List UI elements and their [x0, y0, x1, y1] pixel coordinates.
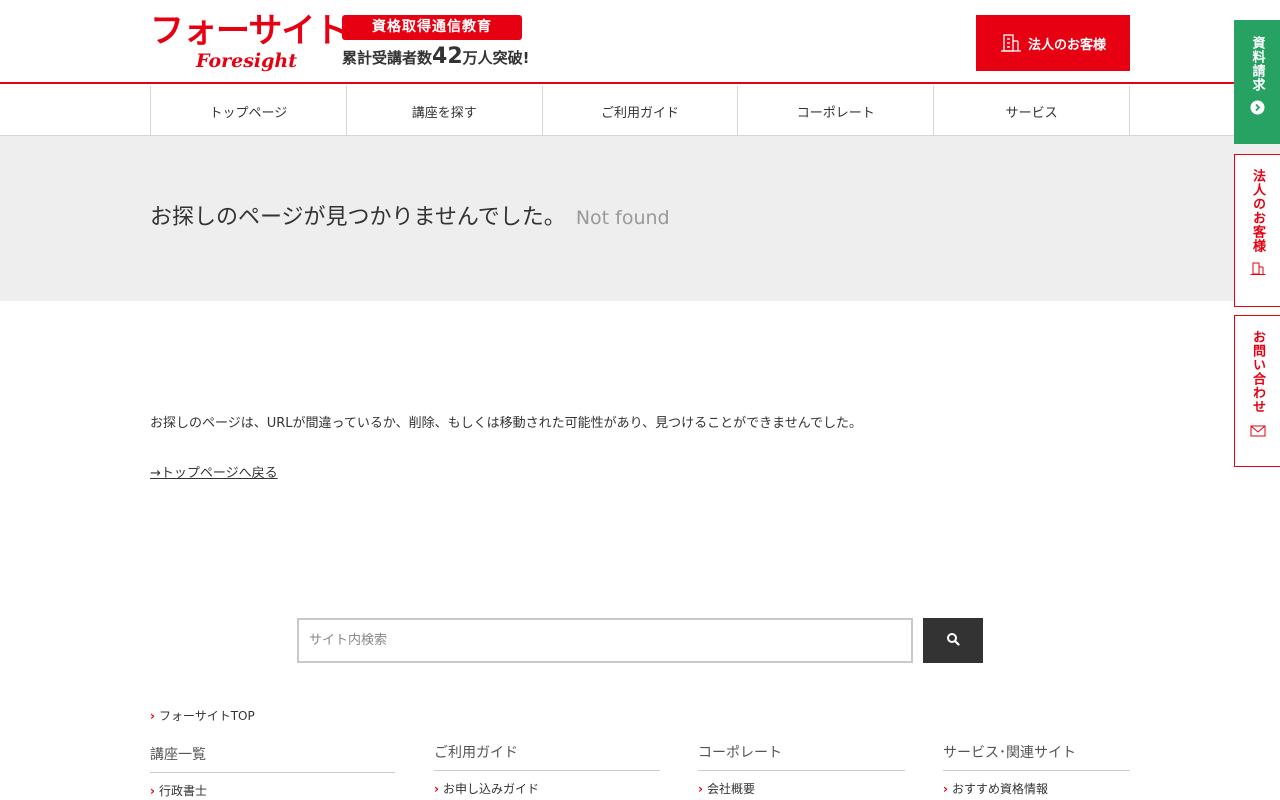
footer-column-heading: コーポレート	[698, 742, 905, 771]
nav-item-service[interactable]: サービス	[933, 86, 1129, 136]
count-prefix: 累計受講者数	[342, 49, 433, 67]
side-tab-doc-request[interactable]: 資料請求	[1234, 20, 1280, 144]
chevron-right-icon: ›	[150, 709, 155, 723]
footer-column-heading: サービス･関連サイト	[943, 742, 1130, 771]
page-title-en: Not found	[575, 207, 670, 229]
footer-column-guide: ご利用ガイド › お申し込みガイド	[434, 742, 660, 797]
footer-top-label: フォーサイトTOP	[158, 709, 255, 723]
corporate-button[interactable]: 法人のお客様	[976, 15, 1130, 71]
search-icon	[946, 632, 960, 649]
chevron-right-icon: ›	[698, 782, 703, 796]
student-count: 累計受講者数42万人突破!	[342, 44, 529, 71]
count-suffix: 万人突破!	[462, 49, 530, 67]
footer-column-heading: ご利用ガイド	[434, 742, 660, 771]
search-button[interactable]	[923, 618, 983, 663]
footer-link[interactable]: › お申し込みガイド	[434, 781, 660, 797]
footer-link-label: おすすめ資格情報	[951, 782, 1048, 796]
logo-jp: フォーサイト	[150, 11, 348, 51]
logo-en: Foresight	[196, 50, 298, 72]
footer-link[interactable]: › 会社概要	[698, 781, 905, 797]
back-to-top-link[interactable]: →トップページへ戻る	[150, 464, 278, 484]
footer-link[interactable]: › 行政書士	[150, 783, 395, 799]
chevron-right-icon: ›	[434, 782, 439, 796]
side-tab-label: 資料請求	[1249, 36, 1265, 92]
footer-column-courses: 講座一覧 › 行政書士	[150, 744, 395, 799]
chevron-right-icon: ›	[150, 784, 155, 798]
side-tab-label: 法人のお客様	[1250, 169, 1265, 253]
mail-icon	[1250, 422, 1266, 441]
arrow-right-circle-icon	[1250, 100, 1265, 119]
page-title-jp: お探しのページが見つかりませんでした。	[150, 205, 566, 230]
nav-item-corporate[interactable]: コーポレート	[737, 86, 933, 136]
site-header: フォーサイト Foresight 資格取得通信教育 累計受講者数42万人突破! …	[0, 0, 1280, 84]
count-number: 42	[432, 44, 463, 69]
chevron-right-icon: ›	[943, 782, 948, 796]
footer-link-label: 会社概要	[706, 782, 755, 796]
building-icon	[1000, 33, 1022, 53]
site-search-input[interactable]	[297, 618, 913, 663]
footer-link[interactable]: › おすすめ資格情報	[943, 781, 1130, 797]
nav-item-top[interactable]: トップページ	[150, 86, 346, 136]
site-logo[interactable]: フォーサイト Foresight	[150, 11, 348, 76]
error-message: お探しのページは、URLが間違っているか、削除、もしくは移動された可能性があり、…	[150, 416, 863, 431]
footer-link-label: 行政書士	[158, 784, 207, 798]
footer-link-label: お申し込みガイド	[442, 782, 539, 796]
title-band: お探しのページが見つかりませんでした。 Not found	[0, 136, 1280, 301]
footer-column-services: サービス･関連サイト › おすすめ資格情報	[943, 742, 1130, 797]
footer-column-corporate: コーポレート › 会社概要	[698, 742, 905, 797]
corporate-button-label: 法人のお客様	[1027, 37, 1106, 53]
side-tab-corporate[interactable]: 法人のお客様	[1234, 154, 1280, 307]
nav-item-courses[interactable]: 講座を探す	[345, 86, 542, 136]
side-tab-label: お問い合わせ	[1250, 330, 1265, 414]
side-tab-contact[interactable]: お問い合わせ	[1234, 315, 1280, 467]
global-nav: トップページ 講座を探す ご利用ガイド コーポレート サービス	[150, 86, 1130, 136]
nav-item-guide[interactable]: ご利用ガイド	[541, 86, 738, 136]
footer-top-link[interactable]: › フォーサイトTOP	[150, 706, 255, 726]
tagline-badge: 資格取得通信教育	[342, 15, 522, 40]
page-title: お探しのページが見つかりませんでした。 Not found	[150, 202, 670, 234]
footer-column-heading: 講座一覧	[150, 744, 395, 773]
building-icon	[1250, 261, 1266, 280]
